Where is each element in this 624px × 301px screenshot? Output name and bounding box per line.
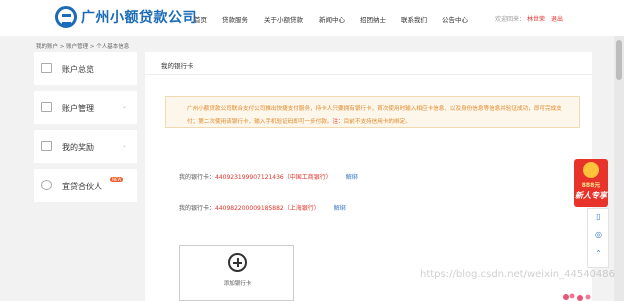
sidebar-item-overview[interactable]: 账户总览 xyxy=(34,52,137,85)
notice-tail: 目前不支持信用卡的绑定。 xyxy=(343,119,411,125)
plus-circle-icon xyxy=(228,253,247,272)
username-link[interactable]: 林世荣 xyxy=(527,16,545,23)
logout-link[interactable]: 退出 xyxy=(551,16,563,23)
monitor-icon xyxy=(41,63,52,73)
newcomer-promo-badge[interactable]: 888元 新人专享 xyxy=(574,159,608,207)
logo-icon xyxy=(55,6,77,28)
nav-item-about[interactable]: 关于小额贷款 xyxy=(264,14,303,24)
bank-card-number: 440982200009185882（上海银行） xyxy=(215,205,320,212)
bank-card-number: 440923199907121436（中国工商银行） xyxy=(215,174,332,181)
floating-toolbar: ▯ ◎ ⌃ xyxy=(587,208,609,268)
logo[interactable]: 广州小额贷款公司 xyxy=(55,6,197,28)
top-header: 广州小额贷款公司 首页 贷款服务 关于小额贷款 新闻中心 招团纳士 联系我们 公… xyxy=(0,0,624,36)
gift-icon xyxy=(41,141,52,151)
add-bank-card-button[interactable]: 添加银行卡 xyxy=(179,245,294,301)
coin-icon xyxy=(583,162,599,178)
back-to-top-icon[interactable]: ⌃ xyxy=(594,249,603,258)
notice-box: 广州小额贷款公司联合支付公司推出快捷支付服务，持卡人只要拥有银行卡，首次使用时输… xyxy=(165,96,580,128)
nav-item-news[interactable]: 新闻中心 xyxy=(319,14,345,24)
sidebar-item-partner[interactable]: 宜贷合伙人 NEW xyxy=(34,169,137,202)
sidebar: 账户总览 账户管理 ⌄ 我的奖励 ⌄ 宜贷合伙人 NEW xyxy=(34,52,137,208)
sidebar-item-label: 宜贷合伙人 xyxy=(62,182,102,191)
bank-card-label: 我的银行卡： xyxy=(179,174,216,181)
flower-decoration-icon xyxy=(563,293,591,301)
unbind-link[interactable]: 解绑 xyxy=(346,174,358,181)
nav-item-home[interactable]: 首页 xyxy=(194,14,207,24)
partner-icon xyxy=(41,180,52,190)
nav-item-recruit[interactable]: 招团纳士 xyxy=(360,14,386,24)
sidebar-item-account-manage[interactable]: 账户管理 ⌄ xyxy=(34,91,137,124)
sidebar-item-label: 账户总览 xyxy=(62,65,94,74)
nav-item-notice[interactable]: 公告中心 xyxy=(442,14,468,24)
watermark: https://blog.csdn.net/weixin_44540486 xyxy=(420,269,616,280)
bank-card-row: 我的银行卡：440923199907121436（中国工商银行） 解绑 xyxy=(179,172,358,181)
headset-icon[interactable]: ◎ xyxy=(594,230,603,239)
main-panel: 我的银行卡 广州小额贷款公司联合支付公司推出快捷支付服务，持卡人只要拥有银行卡，… xyxy=(145,52,592,301)
promo-amount: 888元 xyxy=(581,182,601,189)
new-badge: NEW xyxy=(110,177,124,182)
breadcrumb: 我的账户 > 账户管理 > 个人基本信息 xyxy=(36,44,130,50)
bank-card-label: 我的银行卡： xyxy=(179,205,216,212)
nav-item-contact[interactable]: 联系我们 xyxy=(401,14,427,24)
bank-card-row: 我的银行卡：440982200009185882（上海银行） 解绑 xyxy=(179,203,346,212)
scrollbar-thumb[interactable] xyxy=(616,40,622,80)
nav-item-loan-service[interactable]: 贷款服务 xyxy=(222,14,248,24)
sidebar-item-rewards[interactable]: 我的奖励 ⌄ xyxy=(34,130,137,163)
welcome-text: 欢迎回来： xyxy=(495,16,526,23)
logo-text: 广州小额贷款公司 xyxy=(81,10,197,26)
chart-icon xyxy=(41,102,52,112)
notice-red-label: 注： xyxy=(332,119,344,125)
unbind-link[interactable]: 解绑 xyxy=(334,205,346,212)
mobile-icon[interactable]: ▯ xyxy=(594,212,603,221)
sidebar-item-label: 我的奖励 xyxy=(62,143,94,152)
sidebar-item-label: 账户管理 xyxy=(62,104,94,113)
page-title: 我的银行卡 xyxy=(161,62,194,70)
scrollbar[interactable] xyxy=(614,36,624,301)
chevron-down-icon: ⌄ xyxy=(121,142,127,149)
user-info: 欢迎回来： 林世荣 退出 xyxy=(495,14,563,23)
notice-text: 广州小额贷款公司联合支付公司推出快捷支付服务，持卡人只要拥有银行卡，首次使用时输… xyxy=(187,106,562,125)
panel-header: 我的银行卡 xyxy=(145,52,592,75)
promo-text: 新人专享 xyxy=(575,191,607,200)
add-card-label: 添加银行卡 xyxy=(223,281,252,287)
chevron-down-icon: ⌄ xyxy=(121,103,127,110)
